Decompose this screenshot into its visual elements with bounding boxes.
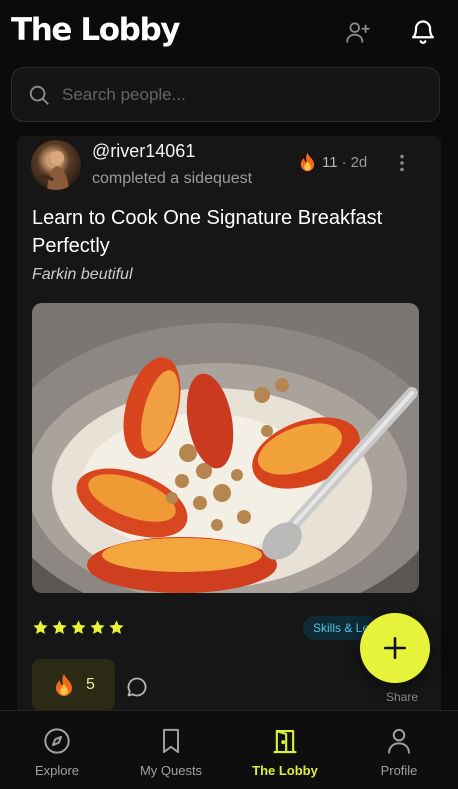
person-icon <box>388 728 410 754</box>
star-icon <box>33 620 48 634</box>
notifications-button[interactable] <box>408 17 438 47</box>
avatar[interactable] <box>31 140 81 190</box>
search-icon <box>29 85 49 105</box>
search-input[interactable] <box>62 80 422 110</box>
breakfast-photo <box>32 303 419 593</box>
page-title: The Lobby <box>11 12 180 48</box>
bell-icon <box>411 20 435 44</box>
more-options-button[interactable] <box>391 152 413 174</box>
more-vertical-icon <box>400 154 404 172</box>
user-plus-icon <box>346 22 370 43</box>
create-post-button[interactable] <box>360 613 430 683</box>
plus-icon <box>383 636 407 660</box>
nav-label-the-lobby: The Lobby <box>252 763 318 778</box>
post-action-text: completed a sidequest <box>92 170 253 187</box>
app-header: The Lobby <box>0 0 458 64</box>
quest-photo[interactable] <box>32 303 419 593</box>
bottom-nav: Explore My Quests The Lobby Profile <box>0 710 458 789</box>
fire-icon <box>56 674 72 696</box>
nav-label-my-quests: My Quests <box>139 763 203 778</box>
quest-title[interactable]: Learn to Cook One Signature Breakfast Pe… <box>32 204 422 260</box>
fire-reaction-count: 5 <box>86 676 95 693</box>
star-icon <box>71 620 86 634</box>
search-bar[interactable] <box>11 67 440 122</box>
nav-label-explore: Explore <box>34 763 80 778</box>
comment-icon <box>127 677 147 697</box>
comment-button[interactable] <box>125 675 149 699</box>
nav-item-profile[interactable]: Profile <box>342 711 456 789</box>
fire-reaction-button[interactable]: 5 <box>32 659 115 711</box>
bookmark-icon <box>163 728 179 754</box>
add-friend-button[interactable] <box>343 17 373 47</box>
star-icon <box>109 620 124 634</box>
post-time: 2d <box>350 153 368 171</box>
quest-note: Farkin beutiful <box>32 266 133 283</box>
door-icon <box>273 730 297 754</box>
post-meta: 11 · 2d <box>299 152 367 172</box>
star-icon <box>90 620 105 634</box>
rating-stars <box>32 619 125 636</box>
post-username[interactable]: @river14061 <box>92 141 195 162</box>
compass-icon <box>44 728 70 754</box>
nav-item-the-lobby[interactable]: The Lobby <box>228 711 342 789</box>
nav-item-my-quests[interactable]: My Quests <box>114 711 228 789</box>
fire-count: 11 <box>322 153 338 171</box>
meta-separator: · <box>341 153 347 171</box>
share-button[interactable]: Share <box>386 690 418 704</box>
nav-item-explore[interactable]: Explore <box>0 711 114 789</box>
star-icon <box>52 620 67 634</box>
fire-icon <box>300 152 315 172</box>
avatar-image <box>36 151 69 190</box>
nav-label-profile: Profile <box>380 763 418 778</box>
